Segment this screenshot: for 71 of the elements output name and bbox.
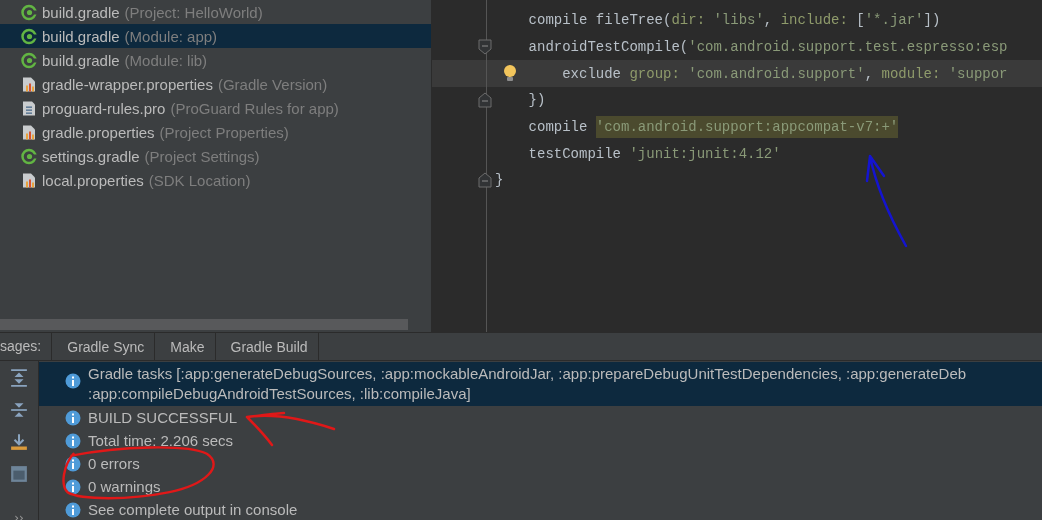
message-text: Total time: 2.206 secs — [88, 431, 234, 450]
code-line: compile 'com.android.support:appcompat-v7:+' — [528, 119, 899, 136]
message-text: :app:compileDebugAndroidTestSources, :lib:compileJava] — [88, 384, 472, 404]
panel-tab[interactable]: Gradle Sync — [52, 333, 156, 360]
panel-tab[interactable]: Make — [155, 333, 216, 360]
file-name: proguard-rules.pro — [42, 99, 166, 117]
info-icon — [65, 433, 81, 449]
file-description: (Gradle Version) — [217, 75, 328, 93]
tree-item[interactable]: build.gradle (Module: lib) — [0, 48, 431, 72]
file-description: (ProGuard Rules for app) — [170, 99, 339, 117]
fold-marker-icon[interactable] — [478, 92, 492, 109]
message-text: See complete output in console — [88, 500, 298, 519]
properties-file-icon — [21, 123, 37, 141]
info-icon — [65, 373, 81, 389]
code-line: } — [495, 172, 504, 189]
fold-marker-icon[interactable] — [478, 38, 492, 55]
tree-item[interactable]: local.properties (SDK Location) — [0, 168, 431, 192]
properties-file-icon — [21, 75, 37, 93]
code-line: testCompile 'junit:junit:4.12' — [528, 145, 781, 162]
download-icon[interactable] — [10, 433, 28, 451]
code-line: androidTestCompile('com.android.support.test.espresso:esp — [528, 39, 1008, 56]
file-name: build.gradle — [42, 3, 120, 21]
gradle-file-icon — [21, 51, 37, 69]
panel-tab[interactable]: Gradle Build — [215, 333, 319, 360]
gradle-file-icon — [21, 147, 37, 165]
tree-item[interactable]: gradle-wrapper.properties (Gradle Version) — [0, 72, 431, 96]
message-row[interactable]: Gradle tasks [:app:generateDebugSources, :app:mockableAndroidJar, :app:prepareDebugUnitTestDependencies, :app:generateDeb :app:compileDebugAndroidTestSources, :lib:compileJava] — [39, 362, 1042, 406]
fold-marker-icon[interactable] — [478, 172, 492, 189]
info-icon — [65, 456, 81, 472]
message-row[interactable]: BUILD SUCCESSFUL — [39, 406, 1042, 429]
info-icon — [65, 479, 81, 495]
file-description: (Project Settings) — [144, 147, 260, 165]
file-description: (Project: HelloWorld) — [124, 3, 263, 21]
info-icon — [65, 502, 81, 518]
code-line: compile fileTree(dir: 'libs', include: ['*.jar']) — [528, 12, 941, 29]
file-description: (Project Properties) — [159, 123, 289, 141]
text-file-icon — [21, 99, 37, 117]
code-line: exclude group: 'com.android.support', module: 'suppor — [562, 65, 1008, 82]
file-name: local.properties — [42, 171, 144, 189]
message-row[interactable]: 0 warnings — [39, 475, 1042, 498]
message-row[interactable]: See complete output in console — [39, 498, 1042, 520]
window-icon[interactable] — [10, 465, 28, 483]
collapse-all-icon[interactable] — [10, 401, 28, 419]
code-line: }) — [528, 92, 546, 109]
lightbulb-icon[interactable] — [503, 64, 517, 83]
gradle-file-icon — [21, 3, 37, 21]
file-description: (Module: lib) — [124, 51, 208, 69]
tree-item[interactable]: gradle.properties (Project Properties) — [0, 120, 431, 144]
horizontal-scrollbar[interactable] — [0, 319, 408, 330]
panel-title: sages: — [0, 333, 53, 360]
info-icon — [65, 410, 81, 426]
expand-all-icon[interactable] — [10, 369, 28, 387]
message-text: 0 errors — [88, 454, 140, 473]
file-name: build.gradle — [42, 27, 120, 45]
message-row[interactable]: 0 errors — [39, 452, 1042, 475]
file-name: gradle.properties — [42, 123, 155, 141]
tree-item[interactable]: build.gradle (Project: HelloWorld) — [0, 0, 431, 24]
tree-item[interactable]: proguard-rules.pro (ProGuard Rules for app) — [0, 96, 431, 120]
properties-file-icon — [21, 171, 37, 189]
file-description: (SDK Location) — [148, 171, 251, 189]
gradle-file-icon — [21, 27, 37, 45]
file-name: settings.gradle — [42, 147, 140, 165]
message-row[interactable]: Total time: 2.206 secs — [39, 429, 1042, 452]
message-text: 0 warnings — [88, 477, 161, 496]
message-text: BUILD SUCCESSFUL — [88, 408, 238, 427]
message-text: Gradle tasks [:app:generateDebugSources, :app:mockableAndroidJar, :app:prepareDebugUnitTestDependencies, :app:generateDeb — [88, 364, 967, 384]
tree-item[interactable]: build.gradle (Module: app) — [0, 24, 431, 48]
file-name: gradle-wrapper.properties — [42, 75, 213, 93]
file-name: build.gradle — [42, 51, 120, 69]
file-description: (Module: app) — [124, 27, 218, 45]
tree-item[interactable]: settings.gradle (Project Settings) — [0, 144, 431, 168]
